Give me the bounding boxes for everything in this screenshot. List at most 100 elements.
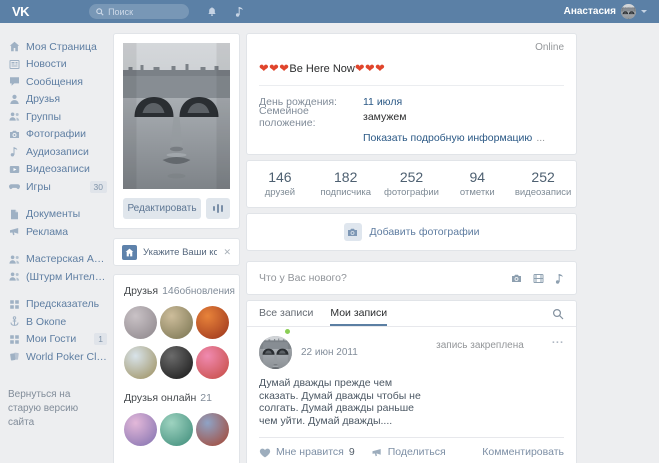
sidebar-item-app-guests[interactable]: Мои Гости 1: [8, 331, 107, 349]
sidebar-separator: [8, 241, 107, 251]
music-note-icon[interactable]: [235, 6, 244, 17]
people-icon: [8, 271, 20, 282]
share-label: Поделиться: [387, 446, 446, 458]
birthday-value-link[interactable]: 11 июля: [363, 96, 402, 108]
profile-info-card: Online ❤❤❤Be Here Now❤❤❤ День рождения: …: [246, 33, 577, 155]
close-icon[interactable]: ✕: [223, 247, 231, 258]
notifications-bell-icon[interactable]: [207, 6, 217, 17]
page-body: Моя Страница Новости Сообщения Друзья Гр…: [0, 23, 659, 463]
show-detailed-info-link[interactable]: Показать подробную информацию...: [363, 132, 564, 144]
people-icon: [8, 254, 20, 265]
edit-profile-button[interactable]: Редактировать: [123, 198, 201, 219]
hearts-right: ❤❤❤: [354, 63, 386, 75]
contacts-banner-text[interactable]: Укажите Ваши контакты: [143, 247, 217, 258]
comment-button[interactable]: Комментировать: [482, 446, 564, 458]
post-author-avatar[interactable]: [259, 336, 292, 369]
people-icon: [8, 111, 20, 122]
sidebar-item-documents[interactable]: Документы: [8, 206, 107, 224]
sidebar-item-my-page[interactable]: Моя Страница: [8, 38, 107, 56]
app-grid-icon: [8, 299, 20, 310]
sidebar-item-label: Новости: [26, 58, 67, 71]
friends-updates-link[interactable]: обновления: [180, 286, 235, 297]
sidebar-item-photos[interactable]: Фотографии: [8, 126, 107, 144]
attach-audio-icon[interactable]: [555, 273, 564, 284]
counter-friends[interactable]: 146 друзей: [247, 169, 313, 198]
vk-logo[interactable]: VK: [12, 4, 30, 19]
post-composer[interactable]: Что у Вас нового?: [246, 261, 577, 295]
sidebar-item-games[interactable]: Игры 30: [8, 178, 107, 196]
chevron-down-icon: [641, 10, 647, 13]
add-photos-button[interactable]: Добавить фотографии: [246, 213, 577, 251]
friends-grid: [124, 306, 229, 379]
sidebar-item-label: Фотографии: [26, 128, 87, 141]
post-menu-dots[interactable]: ...: [552, 335, 564, 346]
relationship-value: замужем: [363, 110, 407, 123]
like-button[interactable]: Мне нравится 9: [259, 446, 355, 458]
sidebar-item-label: Друзья: [26, 93, 61, 106]
share-button[interactable]: Поделиться: [371, 446, 446, 458]
sidebar-item-group-1[interactable]: Мастерская Ажур..: [8, 251, 107, 269]
wall-tabs: Все записи Мои записи: [247, 301, 576, 327]
games-count-badge: 30: [89, 180, 107, 193]
tab-my-posts[interactable]: Мои записи: [330, 301, 388, 326]
attach-photo-icon[interactable]: [511, 273, 522, 284]
friend-avatar[interactable]: [196, 413, 229, 446]
sidebar-item-news[interactable]: Новости: [8, 56, 107, 74]
music-note-icon: [8, 146, 20, 157]
counter-photos[interactable]: 252 фотографии: [379, 169, 445, 198]
friend-avatar[interactable]: [196, 306, 229, 339]
sidebar-item-label: В Окопе: [26, 315, 67, 328]
guests-count-badge: 1: [94, 333, 107, 346]
search-bar[interactable]: [89, 4, 190, 19]
counter-followers[interactable]: 182 подписчика: [313, 169, 379, 198]
heart-icon: [259, 448, 271, 457]
profile-main-column: Online ❤❤❤Be Here Now❤❤❤ День рождения: …: [246, 33, 577, 463]
friends-online-title[interactable]: Друзья онлайн: [124, 392, 196, 404]
counter-videos[interactable]: 252 видеозаписи: [510, 169, 576, 198]
video-icon: [8, 164, 20, 175]
wall-search-icon[interactable]: [552, 308, 564, 320]
tab-all-posts[interactable]: Все записи: [259, 301, 313, 326]
sidebar-item-audio[interactable]: Аудиозаписи: [8, 143, 107, 161]
search-input[interactable]: [108, 6, 179, 17]
old-version-link[interactable]: Вернуться на старую версию сайта: [8, 388, 96, 430]
friend-avatar[interactable]: [196, 346, 229, 379]
profile-status[interactable]: ❤❤❤Be Here Now❤❤❤: [259, 61, 564, 75]
camera-icon: [8, 129, 20, 140]
attach-video-icon[interactable]: [533, 273, 544, 284]
sidebar-item-label: Реклама: [26, 225, 69, 238]
friend-avatar[interactable]: [124, 306, 157, 339]
sidebar-item-ads[interactable]: Реклама: [8, 223, 107, 241]
profile-photo[interactable]: [123, 43, 230, 189]
sidebar-item-app-poker[interactable]: World Poker Club: [8, 348, 107, 366]
friend-avatar[interactable]: [124, 413, 157, 446]
sidebar-item-label: Мои Гости: [26, 333, 77, 346]
sidebar-item-messages[interactable]: Сообщения: [8, 73, 107, 91]
sidebar-item-app-vokope[interactable]: В Окопе: [8, 313, 107, 331]
friend-avatar[interactable]: [160, 306, 193, 339]
sidebar-item-groups[interactable]: Группы: [8, 108, 107, 126]
sidebar-item-videos[interactable]: Видеозаписи: [8, 161, 107, 179]
friends-title[interactable]: Друзья: [124, 285, 158, 297]
sidebar-item-group-2[interactable]: (Штурм Интеллекта): [8, 268, 107, 286]
contacts-banner: Укажите Ваши контакты ✕: [113, 238, 240, 266]
user-avatar: [621, 4, 636, 19]
post-text: Думай дважды прежде чем сказать. Думай д…: [259, 377, 421, 427]
friend-avatar[interactable]: [124, 346, 157, 379]
post-date[interactable]: 22 июн 2011: [301, 347, 358, 358]
gamepad-icon: [8, 181, 20, 192]
sidebar-item-friends[interactable]: Друзья: [8, 91, 107, 109]
add-photos-label: Добавить фотографии: [369, 226, 480, 238]
sidebar-item-label: Мастерская Ажур..: [26, 253, 107, 266]
friend-avatar[interactable]: [160, 346, 193, 379]
newspaper-icon: [8, 59, 20, 70]
user-menu[interactable]: Анастасия: [564, 4, 647, 19]
sidebar-item-label: Группы: [26, 110, 61, 123]
composer-placeholder[interactable]: Что у Вас нового?: [259, 272, 347, 284]
counter-tags[interactable]: 94 отметки: [444, 169, 510, 198]
sidebar-item-app-predictor[interactable]: Предсказатель: [8, 296, 107, 314]
hearts-left: ❤❤❤: [259, 63, 290, 75]
online-indicator-dot: [284, 328, 291, 335]
friend-avatar[interactable]: [160, 413, 193, 446]
statistics-button[interactable]: [206, 198, 230, 219]
